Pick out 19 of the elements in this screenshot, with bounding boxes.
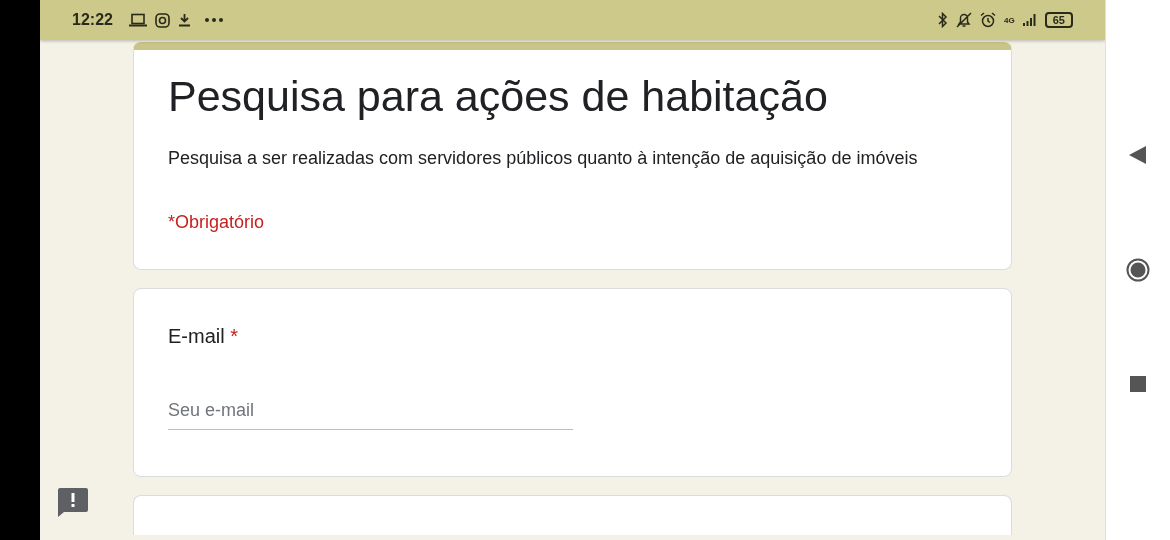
form-description: Pesquisa a ser realizadas com servidores públicos quanto à intenção de aquisição de imóveis (168, 147, 919, 170)
signal-icon (1022, 14, 1037, 26)
battery-level: 65 (1044, 12, 1073, 28)
question-label: E-mail * (168, 325, 240, 348)
form-title: Pesquisa para ações de habitação (168, 72, 829, 121)
required-note: *Obrigatório (168, 212, 265, 232)
more-icon (204, 18, 223, 22)
network-type: 4G (1004, 15, 1015, 25)
email-input[interactable]: Seu e-mail (168, 396, 573, 430)
bell-muted-icon (956, 12, 973, 28)
back-icon[interactable] (1129, 146, 1147, 164)
alarm-icon (980, 12, 997, 28)
feedback-icon[interactable] (58, 488, 88, 517)
camera-icon (154, 12, 170, 28)
laptop-icon (128, 13, 147, 27)
download-icon (177, 13, 191, 27)
clock-time: 12:22 (72, 11, 113, 29)
bluetooth-icon (938, 12, 949, 28)
home-icon[interactable] (1126, 258, 1150, 282)
